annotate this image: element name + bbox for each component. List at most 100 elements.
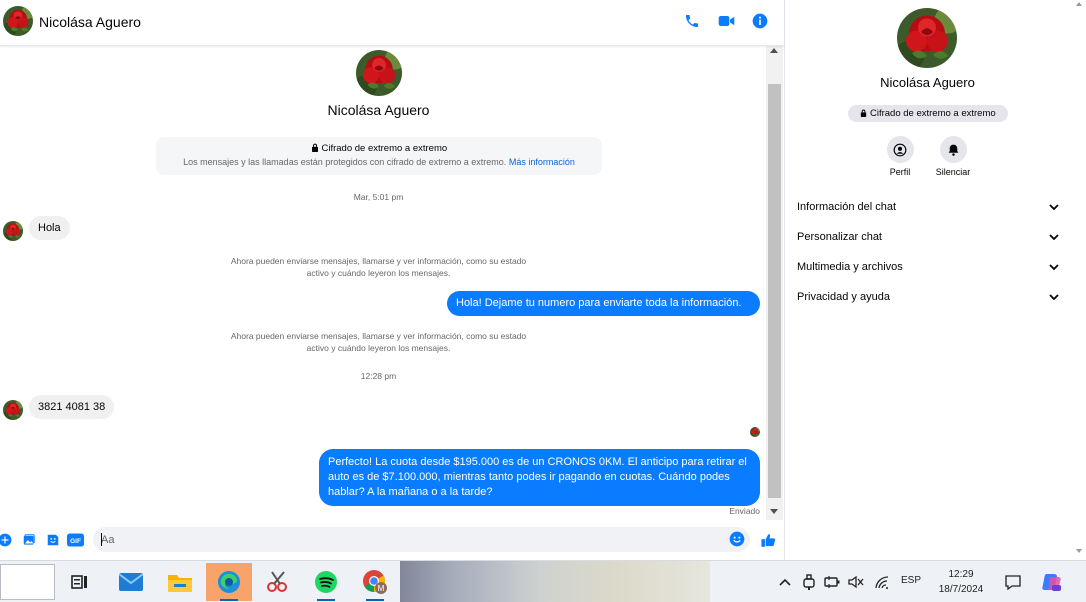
gif-icon[interactable]: GIF (67, 532, 84, 547)
encryption-title-text: Cifrado de extremo a extremo (321, 143, 448, 154)
copilot-icon[interactable] (1041, 571, 1063, 593)
phone-icon[interactable] (682, 11, 702, 31)
profile-action[interactable]: Perfil (875, 136, 925, 177)
panel-scrollbar[interactable] (1074, 0, 1084, 560)
plus-circle-icon[interactable] (0, 532, 12, 547)
taskbar-background-image (400, 561, 710, 602)
task-view-icon[interactable] (60, 563, 100, 601)
message-input-wrapper[interactable] (93, 527, 750, 552)
intro-contact-name: Nicolása Aguero (327, 102, 430, 118)
photo-icon[interactable] (21, 532, 36, 547)
running-app-indicator (366, 599, 384, 601)
system-message-line: activo y cuándo leyeron los mensajes. (306, 268, 451, 278)
gif-label: GIF (70, 537, 81, 544)
more-info-link[interactable]: Más información (509, 157, 575, 167)
spotify-icon[interactable] (306, 563, 346, 601)
chat-details-panel: Nicolása Aguero Cifrado de extremo a ext… (784, 0, 1086, 560)
system-message: Ahora pueden enviarse mensajes, llamarse… (200, 330, 557, 354)
clock-time: 12:29 (948, 569, 974, 580)
speaker-muted-icon[interactable] (847, 573, 865, 591)
wifi-icon[interactable] (873, 573, 891, 591)
lock-icon (311, 143, 318, 152)
mute-action-label: Silenciar (935, 167, 971, 177)
incoming-message[interactable]: 3821 4081 38 (29, 395, 115, 419)
system-message: Ahora pueden enviarse mensajes, llamarse… (200, 255, 557, 279)
profile-avatar[interactable] (897, 8, 957, 68)
lock-icon (861, 109, 867, 117)
header-actions (682, 11, 770, 31)
messenger-window: Nicolása Aguero Nicolása Aguero Cifrado … (0, 0, 1086, 602)
mail-app-icon[interactable] (111, 563, 151, 601)
outgoing-message[interactable]: Perfecto! La cuota desde $195.000 es de … (319, 449, 760, 506)
sender-avatar[interactable] (3, 400, 23, 420)
profile-action-label: Perfil (889, 167, 911, 177)
contact-name[interactable]: Nicolása Aguero (39, 14, 141, 30)
profile-icon[interactable] (886, 136, 914, 163)
section-label: Multimedia y archivos (797, 261, 903, 273)
delivery-status: Enviado (729, 506, 760, 516)
taskbar-search-box[interactable] (0, 564, 55, 600)
active-app-indicator (220, 599, 238, 601)
encryption-badge-text: Cifrado de extremo a extremo (869, 108, 996, 119)
message-input[interactable] (101, 532, 721, 548)
scrollbar-thumb[interactable] (768, 84, 781, 498)
battery-icon[interactable] (823, 573, 841, 591)
scroll-up-arrow-icon[interactable] (1076, 2, 1082, 6)
chevron-up-icon[interactable] (776, 573, 794, 591)
running-app-indicator (317, 599, 335, 601)
rose-avatar-image (3, 400, 23, 420)
section-label: Privacidad y ayuda (797, 291, 890, 303)
chevron-down-icon (1049, 234, 1059, 240)
intro-avatar[interactable] (356, 50, 402, 96)
rose-avatar-image (897, 8, 957, 68)
notification-icon[interactable] (1004, 573, 1022, 591)
rose-avatar-image (750, 427, 760, 437)
chrome-icon[interactable]: M (355, 563, 395, 601)
chevron-down-icon (1049, 264, 1059, 270)
usb-device-icon[interactable] (800, 573, 818, 591)
windows-taskbar: M ESP 12:29 18/7/2024 (0, 560, 1086, 602)
section-customize-chat[interactable]: Personalizar chat (797, 227, 1059, 247)
chevron-down-icon (1049, 294, 1059, 300)
message-line: auto es de $7.100.000, mientras tanto po… (328, 471, 730, 483)
clock-date: 18/7/2024 (938, 584, 984, 595)
chat-header: Nicolása Aguero (0, 0, 784, 46)
outgoing-message[interactable]: Hola! Dejame tu numero para enviarte tod… (447, 291, 760, 316)
mute-action[interactable]: Silenciar (928, 136, 978, 177)
encryption-badge: Cifrado de extremo a extremo (848, 105, 1008, 122)
message-composer: GIF (0, 520, 784, 560)
language-indicator[interactable]: ESP (901, 575, 921, 586)
text-caret (101, 533, 102, 546)
message-line: Perfecto! La cuota desde $195.000 es de … (328, 456, 747, 468)
system-message-line: Ahora pueden enviarse mensajes, llamarse… (230, 331, 527, 341)
chrome-profile-badge: M (378, 584, 385, 593)
scroll-down-arrow-icon[interactable] (1076, 549, 1082, 553)
system-clock[interactable]: 12:29 18/7/2024 (930, 567, 992, 597)
profile-name: Nicolása Aguero (880, 75, 975, 90)
edge-browser-icon[interactable] (206, 563, 252, 601)
emoji-icon[interactable] (729, 531, 746, 548)
scroll-up-arrow-icon[interactable] (770, 48, 778, 53)
message-scrollbar[interactable] (766, 46, 783, 520)
avatar[interactable] (3, 6, 33, 36)
incoming-message[interactable]: Hola (29, 216, 70, 240)
seen-indicator-avatar (750, 427, 760, 437)
snipping-tool-icon[interactable] (258, 563, 298, 601)
timestamp: 12:28 pm (360, 371, 397, 381)
info-icon[interactable] (750, 11, 770, 31)
encryption-description-text: Los mensajes y las llamadas están proteg… (183, 157, 507, 167)
message-list[interactable]: Nicolása Aguero Cifrado de extremo a ext… (0, 46, 766, 520)
video-camera-icon[interactable] (716, 11, 736, 31)
message-line: hablar? A la mañana o a la tarde? (328, 486, 493, 498)
bell-icon[interactable] (939, 136, 967, 163)
chevron-down-icon (1049, 204, 1059, 210)
scroll-down-arrow-icon[interactable] (770, 509, 778, 514)
sticker-icon[interactable] (45, 532, 60, 547)
file-explorer-icon[interactable] (160, 563, 200, 601)
sender-avatar[interactable] (3, 221, 23, 241)
section-media-files[interactable]: Multimedia y archivos (797, 257, 1059, 277)
thumbs-up-icon[interactable] (759, 531, 777, 549)
section-chat-info[interactable]: Información del chat (797, 197, 1059, 217)
section-privacy-help[interactable]: Privacidad y ayuda (797, 287, 1059, 307)
rose-avatar-image (3, 6, 33, 36)
